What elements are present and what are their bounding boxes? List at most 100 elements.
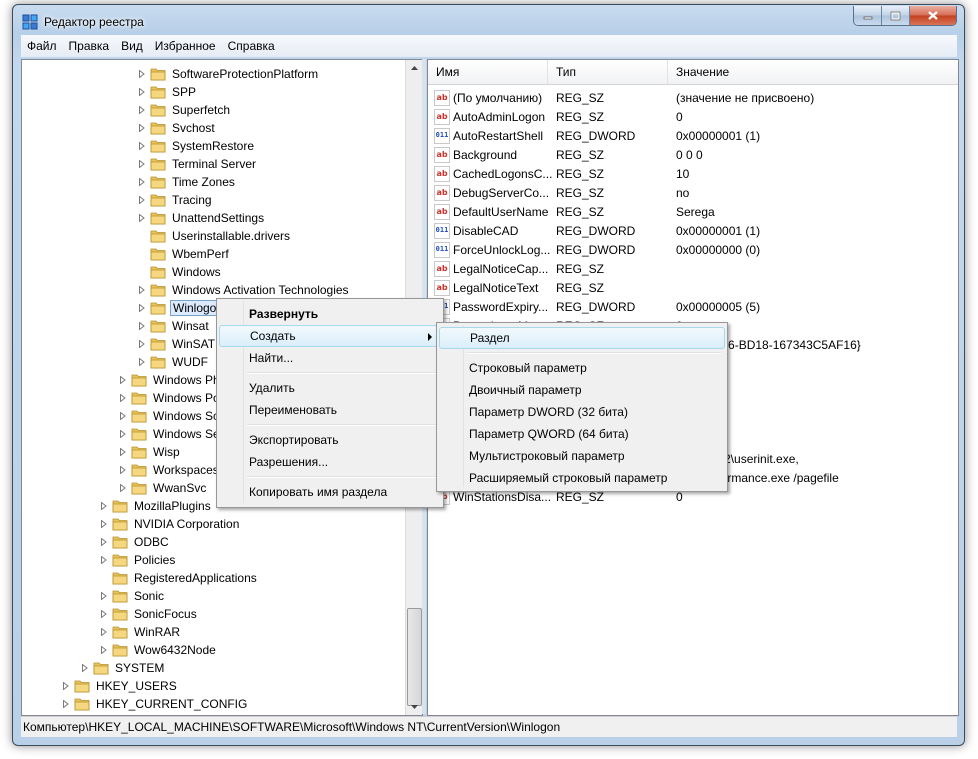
tree-item[interactable]: Wow6432Node — [100, 641, 218, 659]
tree-item[interactable]: Sonic — [100, 587, 166, 605]
tree-expander[interactable] — [138, 196, 146, 204]
menu-item[interactable]: Найти... — [219, 347, 441, 369]
tree-expander[interactable] — [100, 628, 108, 636]
tree-expander[interactable] — [138, 142, 146, 150]
menu-item[interactable]: Переименовать — [219, 399, 441, 421]
tree-expander[interactable] — [119, 466, 127, 474]
tree-item[interactable]: Time Zones — [138, 173, 237, 191]
value-row[interactable]: ab LegalNoticeCap... REG_SZ — [428, 259, 958, 278]
menu-view[interactable]: Вид — [115, 39, 149, 53]
menu-item[interactable]: Развернуть — [219, 303, 441, 325]
value-row[interactable]: ab AutoAdminLogon REG_SZ 0 — [428, 107, 958, 126]
tree-expander[interactable] — [119, 430, 127, 438]
value-row[interactable]: ab DebugServerCo... REG_SZ no — [428, 183, 958, 202]
tree-expander[interactable] — [100, 556, 108, 564]
tree-expander[interactable] — [138, 304, 146, 312]
tree-expander[interactable] — [138, 214, 146, 222]
column-name[interactable]: Имя — [428, 60, 548, 84]
tree-expander[interactable] — [138, 286, 146, 294]
tree-item[interactable]: Workspaces — [119, 461, 221, 479]
tree-expander[interactable] — [138, 88, 146, 96]
tree-expander[interactable] — [119, 448, 127, 456]
value-row[interactable]: ab CachedLogonsC... REG_SZ 10 — [428, 164, 958, 183]
tree-expander[interactable] — [138, 178, 146, 186]
scroll-up-arrow[interactable] — [406, 60, 422, 76]
maximize-button[interactable] — [882, 6, 910, 25]
tree-expander[interactable] — [81, 664, 89, 672]
scroll-down-arrow[interactable] — [406, 699, 422, 715]
menu-favorites[interactable]: Избранное — [149, 39, 222, 53]
tree-expander[interactable] — [138, 358, 146, 366]
tree-item[interactable]: Windows Activation Technologies — [138, 281, 351, 299]
tree-item[interactable]: UnattendSettings — [138, 209, 266, 227]
menu-item[interactable]: Раздел — [439, 327, 725, 349]
menu-file[interactable]: Файл — [21, 39, 63, 53]
menu-item[interactable]: Разрешения... — [219, 451, 441, 473]
tree-expander[interactable] — [138, 160, 146, 168]
tree-expander[interactable] — [100, 520, 108, 528]
tree-item[interactable]: WinRAR — [100, 623, 182, 641]
tree-item[interactable]: Userinstallable.drivers — [138, 227, 292, 245]
tree-expander[interactable] — [138, 70, 146, 78]
tree-expander[interactable] — [138, 106, 146, 114]
value-row[interactable]: ab Background REG_SZ 0 0 0 — [428, 145, 958, 164]
tree-item[interactable]: Tracing — [138, 191, 214, 209]
tree-expander[interactable] — [119, 412, 127, 420]
menu-edit[interactable]: Правка — [63, 39, 116, 53]
tree-expander[interactable] — [62, 700, 70, 708]
tree-item[interactable]: WwanSvc — [119, 479, 208, 497]
tree-expander[interactable] — [119, 484, 127, 492]
menu-item[interactable]: Создать — [219, 325, 441, 347]
menu-item[interactable]: Расширяемый строковый параметр — [439, 467, 725, 489]
tree-item[interactable]: WUDF — [138, 353, 210, 371]
column-type[interactable]: Тип — [548, 60, 668, 84]
menu-help[interactable]: Справка — [222, 39, 281, 53]
menu-item[interactable]: Двоичный параметр — [439, 379, 725, 401]
tree-expander[interactable] — [138, 340, 146, 348]
tree-item[interactable]: HKEY_CURRENT_CONFIG — [62, 695, 249, 713]
tree-expander[interactable] — [119, 376, 127, 384]
value-row[interactable]: 011 ForceUnlockLog... REG_DWORD 0x00000000 … — [428, 240, 958, 259]
value-row[interactable]: ab LegalNoticeText REG_SZ — [428, 278, 958, 297]
value-row[interactable]: 011PasswordExpiry...REG_DWORD0x00000005 … — [428, 297, 958, 316]
tree-expander[interactable] — [138, 322, 146, 330]
tree-expander[interactable] — [119, 394, 127, 402]
menu-item[interactable]: Мультистроковый параметр — [439, 445, 725, 467]
value-row[interactable]: 011 DisableCAD REG_DWORD 0x00000001 (1) — [428, 221, 958, 240]
tree-item[interactable]: Policies — [100, 551, 177, 569]
tree-item[interactable]: WbemPerf — [138, 245, 231, 263]
scroll-thumb[interactable] — [407, 608, 422, 706]
value-row[interactable]: ab DefaultUserName REG_SZ Serega — [428, 202, 958, 221]
close-button[interactable] — [910, 6, 956, 25]
tree-item[interactable]: ODBC — [100, 533, 171, 551]
column-value[interactable]: Значение — [668, 60, 958, 84]
tree-item[interactable]: Superfetch — [138, 101, 232, 119]
tree-item[interactable]: Winsat — [138, 317, 211, 335]
menu-item[interactable]: Параметр QWORD (64 бита) — [439, 423, 725, 445]
tree-expander[interactable] — [62, 682, 70, 690]
tree-expander[interactable] — [100, 502, 108, 510]
tree-item[interactable]: NVIDIA Corporation — [100, 515, 241, 533]
tree-item[interactable]: Winlogon — [138, 299, 227, 317]
tree-item[interactable]: HKEY_USERS — [62, 677, 179, 695]
tree-expander[interactable] — [138, 124, 146, 132]
tree-item[interactable]: WinSAT — [138, 335, 217, 353]
tree-item[interactable]: Wisp — [119, 443, 182, 461]
tree-item[interactable]: Svchost — [138, 119, 217, 137]
tree-item[interactable]: Windows — [138, 263, 223, 281]
menu-item[interactable]: Параметр DWORD (32 бита) — [439, 401, 725, 423]
tree-item[interactable]: SoftwareProtectionPlatform — [138, 65, 320, 83]
menu-item[interactable]: Копировать имя раздела — [219, 481, 441, 503]
title-bar[interactable]: Редактор реестра — [13, 5, 964, 35]
menu-item[interactable]: Строковый параметр — [439, 357, 725, 379]
menu-item[interactable]: Экспортировать — [219, 429, 441, 451]
value-row[interactable]: ab (По умолчанию) REG_SZ (значение не присв… — [428, 88, 958, 107]
menu-item[interactable]: Удалить — [219, 377, 441, 399]
value-row[interactable]: 011 AutoRestartShell REG_DWORD 0x00000001 (… — [428, 126, 958, 145]
tree-expander[interactable] — [100, 610, 108, 618]
tree-item[interactable]: SYSTEM — [81, 659, 166, 677]
tree-item[interactable]: Terminal Server — [138, 155, 258, 173]
tree-expander[interactable] — [100, 592, 108, 600]
tree-expander[interactable] — [100, 538, 108, 546]
minimize-button[interactable] — [854, 6, 882, 25]
